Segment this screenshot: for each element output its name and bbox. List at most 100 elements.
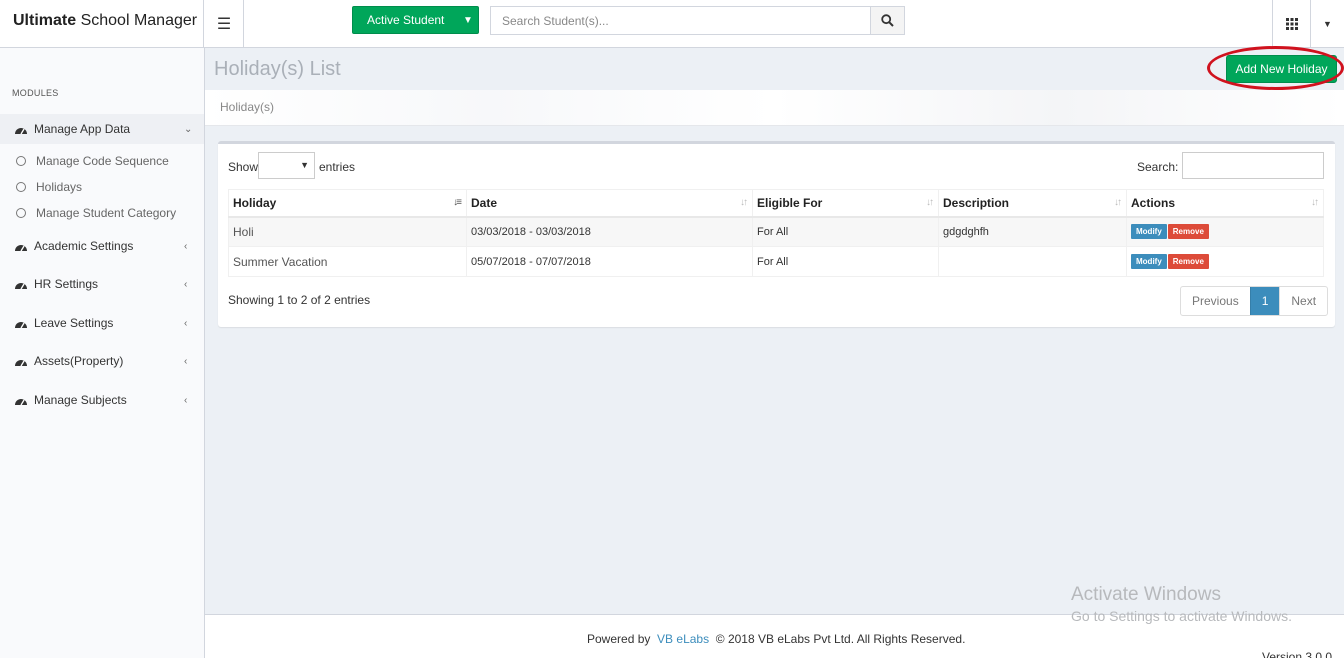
holiday-table-box: Show ▼ entries Search: Holiday ↓≡ Date ↓↑ … (218, 141, 1335, 327)
column-header-holiday[interactable]: Holiday ↓≡ (228, 189, 467, 218)
sidebar-subitem-holidays[interactable]: Holidays (16, 177, 82, 197)
cell-holiday: Summer Vacation (228, 246, 467, 277)
sort-asc-icon: ↓≡ (453, 197, 462, 208)
breadcrumb-bar: Holiday(s) (205, 90, 1344, 126)
table-info: Showing 1 to 2 of 2 entries (228, 293, 371, 307)
search-button[interactable] (870, 7, 904, 34)
modules-header: MODULES (12, 88, 59, 98)
windows-activation-watermark: Activate Windows Go to Settings to activ… (1071, 584, 1292, 624)
dashboard-icon (14, 317, 34, 329)
pagination-previous[interactable]: Previous (1181, 287, 1250, 315)
page-title: Holiday(s) List (214, 58, 341, 80)
watermark-line-2: Go to Settings to activate Windows. (1071, 608, 1292, 624)
sidebar-subitem-label: Manage Code Sequence (36, 154, 169, 168)
cell-actions: Modify Remove (1126, 216, 1324, 247)
column-header-description[interactable]: Description ↓↑ (938, 189, 1127, 218)
user-menu-dropdown[interactable]: ▼ (1310, 0, 1344, 48)
chevron-left-icon: ‹ (184, 278, 188, 290)
sidebar-item-label: Manage Subjects (34, 393, 127, 407)
entries-length-select[interactable]: ▼ (258, 152, 315, 179)
search-icon (881, 14, 894, 27)
cell-date: 05/07/2018 - 07/07/2018 (466, 246, 753, 277)
table-row: Summer Vacation 05/07/2018 - 07/07/2018 … (228, 246, 1324, 277)
footer-rights: © 2018 VB eLabs Pvt Ltd. All Rights Rese… (715, 632, 966, 646)
sort-icon: ↓↑ (926, 197, 934, 208)
column-header-label: Date (471, 195, 498, 210)
top-header: Ultimate School Manager ☰ Active Student… (0, 0, 1344, 48)
circle-icon (16, 208, 26, 218)
sidebar-item-manage-subjects[interactable]: Manage Subjects ‹ (0, 385, 204, 415)
chevron-left-icon: ‹ (184, 355, 188, 367)
pagination-next[interactable]: Next (1280, 287, 1327, 315)
cell-eligible: For All (752, 216, 939, 247)
sidebar-item-label: Leave Settings (34, 316, 114, 330)
pagination-page-1[interactable]: 1 (1249, 287, 1281, 315)
dashboard-icon (14, 240, 34, 252)
chevron-left-icon: ‹ (184, 394, 188, 406)
modify-button[interactable]: Modify (1131, 254, 1167, 269)
dashboard-icon (14, 123, 34, 135)
column-header-label: Holiday (233, 195, 277, 210)
cell-eligible: For All (752, 246, 939, 277)
entries-label: entries (319, 160, 356, 174)
cell-date: 03/03/2018 - 03/03/2018 (466, 216, 753, 247)
footer-text: Powered by VB eLabs © 2018 VB eLabs Pvt … (587, 632, 965, 646)
brand-rest: School Manager (76, 12, 198, 29)
cell-description (938, 246, 1127, 277)
table-search-input[interactable] (1182, 152, 1324, 179)
sidebar-item-label: Manage App Data (34, 122, 131, 136)
dashboard-icon (14, 355, 34, 367)
sidebar-subitem-code-sequence[interactable]: Manage Code Sequence (16, 151, 169, 171)
chevron-left-icon: ‹ (184, 317, 188, 329)
column-header-date[interactable]: Date ↓↑ (466, 189, 753, 218)
show-label: Show (228, 160, 259, 174)
holiday-table: Holiday ↓≡ Date ↓↑ Eligible For ↓↑ Descript… (228, 189, 1324, 277)
column-header-eligible-for[interactable]: Eligible For ↓↑ (752, 189, 939, 218)
student-search (490, 6, 905, 35)
dashboard-icon (14, 278, 34, 290)
table-header-row: Holiday ↓≡ Date ↓↑ Eligible For ↓↑ Descript… (228, 189, 1324, 218)
sidebar-item-hr-settings[interactable]: HR Settings ‹ (0, 269, 204, 299)
chevron-left-icon: ‹ (184, 240, 188, 252)
caret-down-icon: ▼ (300, 160, 309, 170)
sidebar-subitem-student-category[interactable]: Manage Student Category (16, 203, 176, 223)
column-header-label: Eligible For (757, 195, 823, 210)
pagination: Previous 1 Next (1180, 286, 1329, 316)
sidebar-item-leave-settings[interactable]: Leave Settings ‹ (0, 308, 204, 338)
sidebar-item-label: HR Settings (34, 277, 99, 291)
column-header-label: Description (943, 195, 1010, 210)
footer-powered-by: Powered by (587, 632, 651, 646)
sidebar-item-assets[interactable]: Assets(Property) ‹ (0, 346, 204, 376)
footer-version: Version 3.0.0 (1262, 650, 1333, 658)
sidebar-item-academic-settings[interactable]: Academic Settings ‹ (0, 231, 204, 261)
sidebar-item-label: Assets(Property) (34, 354, 124, 368)
watermark-line-1: Activate Windows (1071, 584, 1221, 605)
caret-down-icon: ▼ (463, 14, 473, 26)
sort-icon: ↓↑ (1311, 197, 1319, 208)
cell-holiday: Holi (228, 216, 467, 247)
sidebar-toggle-button[interactable]: ☰ (205, 0, 244, 48)
cell-actions: Modify Remove (1126, 246, 1324, 277)
cell-description: gdgdghfh (938, 216, 1127, 247)
circle-icon (16, 182, 26, 192)
modify-button[interactable]: Modify (1131, 224, 1167, 240)
student-search-input[interactable] (491, 7, 870, 34)
chevron-down-icon: ⌄ (184, 123, 193, 135)
caret-down-icon: ▼ (1323, 19, 1332, 29)
sidebar-item-manage-app-data[interactable]: Manage App Data ⌄ (0, 114, 204, 144)
remove-button[interactable]: Remove (1167, 224, 1209, 240)
dashboard-icon (14, 394, 34, 406)
brand-logo[interactable]: Ultimate School Manager (0, 0, 204, 48)
column-header-actions[interactable]: Actions ↓↑ (1126, 189, 1324, 218)
grid-icon (1285, 18, 1298, 30)
add-new-holiday-button[interactable]: Add New Holiday (1226, 55, 1337, 83)
apps-grid-button[interactable] (1272, 0, 1310, 48)
sidebar-subitem-label: Manage Student Category (36, 206, 177, 220)
footer-link[interactable]: VB eLabs (657, 632, 709, 646)
sort-icon: ↓↑ (740, 197, 748, 208)
column-header-label: Actions (1131, 195, 1176, 210)
circle-icon (16, 156, 26, 166)
breadcrumb: Holiday(s) (220, 100, 275, 114)
active-student-dropdown[interactable]: Active Student ▼ (352, 6, 479, 34)
remove-button[interactable]: Remove (1167, 254, 1209, 269)
